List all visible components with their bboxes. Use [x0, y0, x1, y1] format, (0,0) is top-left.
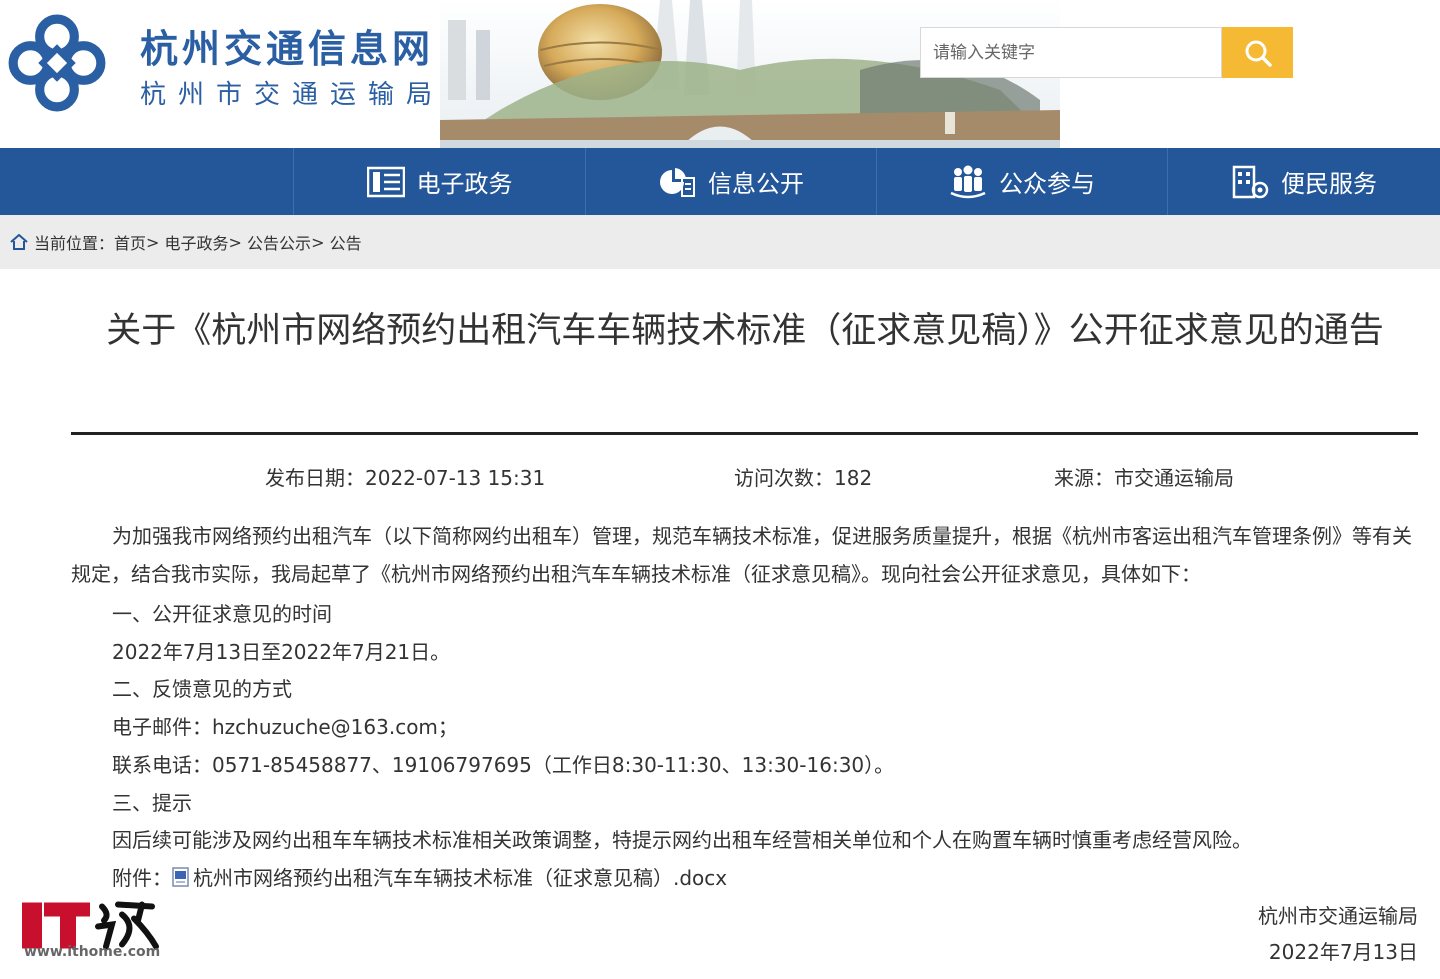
list-icon: [366, 166, 405, 197]
site-subtitle: 杭州市交通运输局: [140, 80, 445, 110]
site-title: 杭州交通信息网: [140, 26, 435, 71]
publish-date: 发布日期：2022-07-13 15:31: [265, 466, 546, 490]
signature-date: 2022年7月13日: [1268, 940, 1418, 964]
breadcrumb-home[interactable]: 首页: [114, 230, 146, 254]
home-icon: [10, 234, 28, 250]
section2-title: 二、反馈意见的方式: [112, 677, 292, 701]
breadcrumb-separator: >: [228, 232, 242, 252]
site-logo-icon[interactable]: [6, 12, 108, 114]
section1-body: 2022年7月13日至2022年7月21日。: [112, 640, 451, 664]
article-source: 来源：市交通运输局: [1054, 466, 1234, 490]
nav-label: 便民服务: [1281, 170, 1377, 198]
breadcrumb-announcements[interactable]: 公告公示: [247, 230, 311, 254]
section1-title: 一、公开征求意见的时间: [112, 602, 332, 626]
visit-count: 访问次数：182: [734, 466, 873, 490]
signature-org: 杭州市交通运输局: [1258, 904, 1418, 928]
breadcrumb-separator: >: [146, 232, 160, 252]
info-pie-icon: [660, 167, 695, 197]
attachment-link[interactable]: 杭州市网络预约出租汽车车辆技术标准（征求意见稿）.docx: [193, 866, 727, 890]
breadcrumb: 当前位置： 首页 > 电子政务 > 公告公示 > 公告: [0, 215, 1440, 269]
section3-title: 三、提示: [112, 791, 192, 815]
service-building-icon: [1232, 165, 1269, 198]
attachment-row: 附件： 杭州市网络预约出租汽车车辆技术标准（征求意见稿）.docx: [112, 862, 727, 891]
section3-body: 因后续可能涉及网约出租车车辆技术标准相关政策调整，特提示网约出租车经营相关单位和…: [112, 828, 1252, 852]
ithome-watermark-logo: [22, 901, 159, 950]
site-header: 杭州交通信息网 杭州市交通运输局: [0, 0, 1440, 148]
nav-item-convenience-services[interactable]: 便民服务: [1167, 148, 1440, 215]
breadcrumb-e-government[interactable]: 电子政务: [165, 230, 229, 254]
nav-item-e-government[interactable]: 电子政务: [293, 148, 585, 215]
nav-item-info-disclosure[interactable]: 信息公开: [585, 148, 876, 215]
watermark-url: www.ithome.com: [24, 944, 161, 960]
nav-item-public-participation[interactable]: 公众参与: [876, 148, 1167, 215]
nav-label: 信息公开: [708, 170, 804, 198]
search-icon: [1245, 40, 1272, 67]
main-nav: 电子政务 信息公开 公众参与 便民服务: [0, 148, 1440, 215]
search-button[interactable]: [1222, 27, 1293, 78]
title-divider: [71, 432, 1418, 435]
contact-email: 电子邮件：hzchuzuche@163.com；: [112, 715, 458, 739]
breadcrumb-notice[interactable]: 公告: [330, 230, 362, 254]
breadcrumb-separator: >: [311, 232, 325, 252]
contact-phone: 联系电话：0571-85458877、19106797695（工作日8:30-1…: [112, 753, 895, 777]
people-icon: [950, 165, 986, 198]
nav-label: 电子政务: [416, 170, 513, 198]
word-document-icon: [172, 867, 189, 887]
article-intro: 为加强我市网络预约出租汽车（以下简称网约出租车）管理，规范车辆技术标准，促进服务…: [71, 524, 1412, 586]
nav-label: 公众参与: [999, 170, 1095, 198]
breadcrumb-prefix: 当前位置：: [34, 234, 115, 253]
search-input[interactable]: [920, 27, 1222, 78]
article-title: 关于《杭州市网络预约出租汽车车辆技术标准（征求意见稿）》公开征求意见的通告: [106, 311, 1384, 351]
